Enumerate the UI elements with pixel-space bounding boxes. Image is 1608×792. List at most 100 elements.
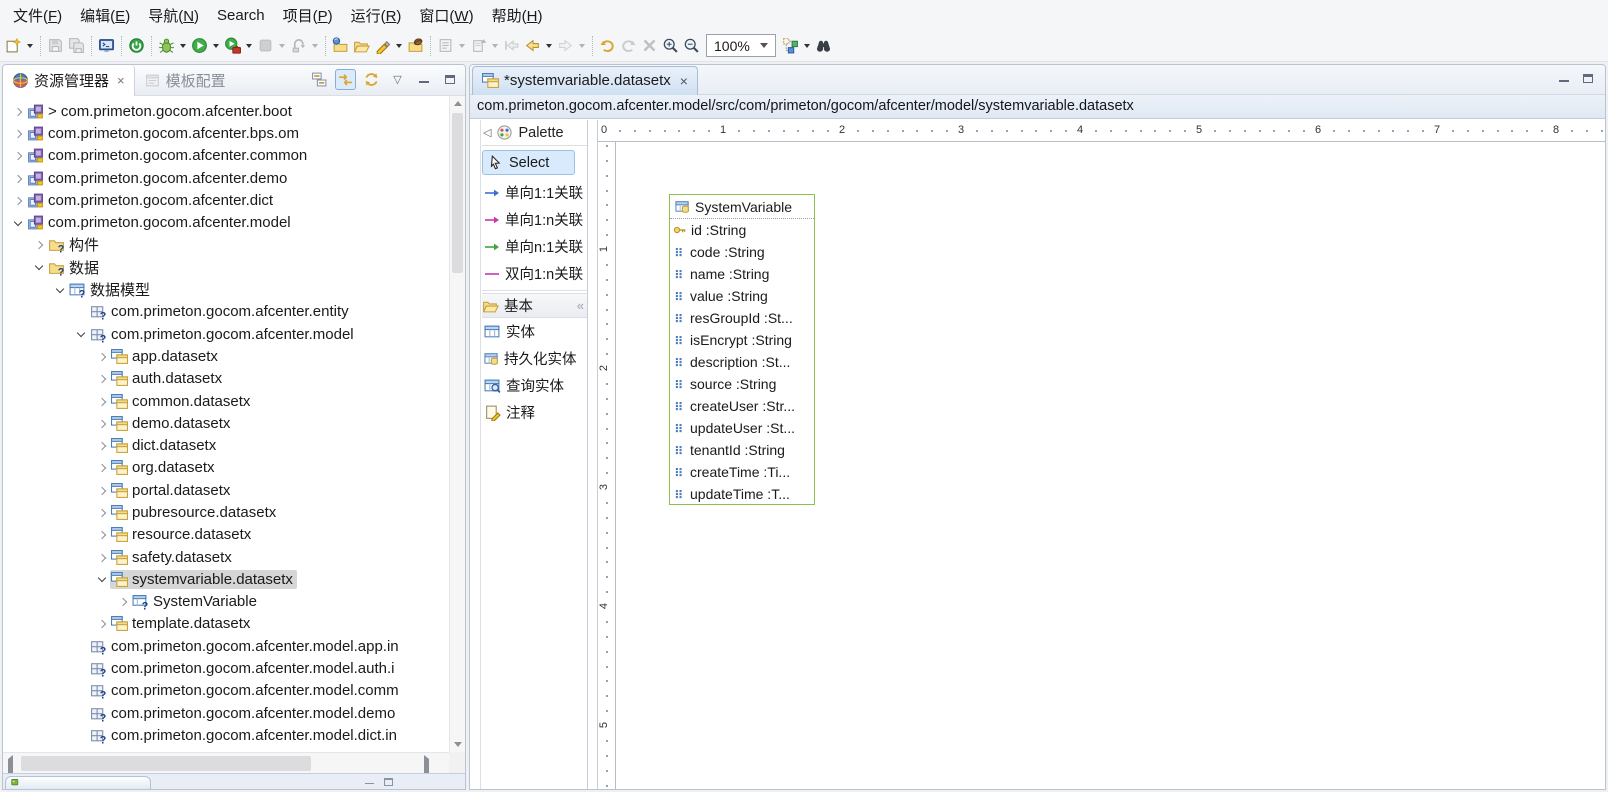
palette-tool-查询实体[interactable]: 查询实体 — [482, 372, 587, 399]
pin-group-icon[interactable]: « — [577, 298, 584, 313]
palette-tool-实体[interactable]: 实体 — [482, 318, 587, 345]
expand-icon[interactable] — [93, 420, 110, 427]
tree-item-com-primeton-gocom-afcenter-bps-om[interactable]: com.primeton.gocom.afcenter.bps.om — [3, 122, 449, 144]
tree-item-com-primeton-gocom-afcenter-demo[interactable]: com.primeton.gocom.afcenter.demo — [3, 167, 449, 189]
collapse-icon[interactable] — [93, 577, 110, 581]
tree-item-resource-datasetx[interactable]: resource.datasetx — [3, 524, 449, 546]
menu-窗口[interactable]: 窗口(W) — [410, 1, 482, 30]
view-maximize-button[interactable] — [439, 69, 460, 90]
expand-icon[interactable] — [9, 175, 26, 182]
sync-button[interactable] — [361, 69, 382, 90]
debug-dropdown-icon[interactable] — [180, 44, 186, 48]
search-button[interactable] — [813, 34, 834, 58]
entity-attribute-value[interactable]: value :String — [670, 285, 814, 307]
tab-template-config[interactable]: 模板配置 — [135, 65, 235, 96]
run-history-button[interactable] — [222, 34, 243, 58]
entity-attribute-updateuser[interactable]: updateUser :St... — [670, 417, 814, 439]
undo-button[interactable] — [597, 34, 618, 58]
entity-systemvariable[interactable]: SystemVariable id :Stringcode :Stringnam… — [669, 194, 815, 505]
menu-运行[interactable]: 运行(R) — [342, 1, 411, 30]
debug-button[interactable] — [156, 34, 177, 58]
auto-layout-dropdown-icon[interactable] — [804, 44, 810, 48]
scroll-down-icon[interactable] — [450, 737, 465, 752]
tree-item-com-primeton-gocom-afcenter-boot[interactable]: > com.primeton.gocom.afcenter.boot — [3, 100, 449, 122]
entity-attribute-tenantid[interactable]: tenantId :String — [670, 439, 814, 461]
tree-item-systemvariable-datasetx[interactable]: systemvariable.datasetx — [3, 568, 449, 590]
palette-tool-单向n-1关联[interactable]: 单向n:1关联 — [482, 233, 587, 260]
collapse-icon[interactable] — [30, 265, 47, 269]
collapse-all-button[interactable] — [309, 69, 330, 90]
palette-group-basic[interactable]: 基本 « — [482, 293, 587, 318]
close-icon[interactable]: × — [117, 73, 125, 88]
expand-icon[interactable] — [93, 464, 110, 471]
entity-attribute-source[interactable]: source :String — [670, 373, 814, 395]
collapse-palette-icon[interactable]: ◁ — [483, 126, 491, 139]
tree-item-com-primeton-gocom-afcenter-model[interactable]: ?com.primeton.gocom.afcenter.model — [3, 323, 449, 345]
auto-layout-button[interactable] — [780, 34, 801, 58]
zoom-level-combo[interactable]: 100% — [706, 34, 776, 57]
tree-item-com-primeton-gocom-afcenter-common[interactable]: com.primeton.gocom.afcenter.common — [3, 145, 449, 167]
maximize-icon[interactable] — [1583, 74, 1593, 83]
run-button[interactable] — [189, 34, 210, 58]
minimize-icon[interactable] — [365, 778, 374, 784]
expand-icon[interactable] — [93, 398, 110, 405]
expand-icon[interactable] — [9, 152, 26, 159]
entity-attribute-createuser[interactable]: createUser :Str... — [670, 395, 814, 417]
menu-编辑[interactable]: 编辑(E) — [71, 1, 139, 30]
open-console-button[interactable] — [96, 34, 117, 58]
expand-icon[interactable] — [9, 108, 26, 115]
expand-icon[interactable] — [9, 197, 26, 204]
tree-item-com-primeton-gocom-afcenter-model-comm[interactable]: ?com.primeton.gocom.afcenter.model.comm — [3, 680, 449, 702]
tree-item-数据[interactable]: ?数据 — [3, 256, 449, 278]
new-wizard-dropdown-icon[interactable] — [27, 44, 33, 48]
expand-icon[interactable] — [93, 509, 110, 516]
new-wizard-button[interactable] — [3, 34, 24, 58]
tree-item-com-primeton-gocom-afcenter-model-auth-i[interactable]: ?com.primeton.gocom.afcenter.model.auth.… — [3, 657, 449, 679]
menu-帮助[interactable]: 帮助(H) — [483, 1, 552, 30]
entity-attribute-createtime[interactable]: createTime :Ti... — [670, 461, 814, 483]
tree-item-构件[interactable]: ?构件 — [3, 234, 449, 256]
tree-item-dict-datasetx[interactable]: dict.datasetx — [3, 434, 449, 456]
tree-item-app-datasetx[interactable]: app.datasetx — [3, 345, 449, 367]
tree-item-com-primeton-gocom-afcenter-model-demo[interactable]: ?com.primeton.gocom.afcenter.model.demo — [3, 702, 449, 724]
palette-tool-单向1-n关联[interactable]: 单向1:n关联 — [482, 206, 587, 233]
tree-item-org-datasetx[interactable]: org.datasetx — [3, 457, 449, 479]
tree-item-common-datasetx[interactable]: common.datasetx — [3, 390, 449, 412]
run-dropdown-icon[interactable] — [213, 44, 219, 48]
tree-item-demo-datasetx[interactable]: demo.datasetx — [3, 412, 449, 434]
expand-icon[interactable] — [93, 487, 110, 494]
tree-item-com-primeton-gocom-afcenter-dict[interactable]: com.primeton.gocom.afcenter.dict — [3, 189, 449, 211]
tree-vertical-scrollbar[interactable] — [449, 96, 465, 752]
boot-dashboard-button[interactable] — [126, 34, 147, 58]
menu-项目[interactable]: 项目(P) — [274, 1, 342, 30]
tree-horizontal-scrollbar[interactable] — [3, 752, 449, 773]
zoom-out-button[interactable] — [681, 34, 702, 58]
toggle-mark-button[interactable] — [372, 34, 393, 58]
tree-item-com-primeton-gocom-afcenter-model-dict-in[interactable]: ?com.primeton.gocom.afcenter.model.dict.… — [3, 724, 449, 746]
tree-item-safety-datasetx[interactable]: safety.datasetx — [3, 546, 449, 568]
palette-tool-select[interactable]: Select — [482, 150, 575, 175]
entity-attribute-updatetime[interactable]: updateTime :T... — [670, 483, 814, 505]
collapse-icon[interactable] — [72, 332, 89, 336]
tree-item-pubresource-datasetx[interactable]: pubresource.datasetx — [3, 501, 449, 523]
open-resource-button[interactable] — [330, 34, 351, 58]
expand-icon[interactable] — [93, 620, 110, 627]
menu-文件[interactable]: 文件(F) — [4, 1, 71, 30]
collapse-icon[interactable] — [9, 221, 26, 225]
tree-item-com-primeton-gocom-afcenter-model[interactable]: com.primeton.gocom.afcenter.model — [3, 211, 449, 233]
tree-item-com-primeton-gocom-afcenter-entity[interactable]: ?com.primeton.gocom.afcenter.entity — [3, 301, 449, 323]
close-icon[interactable]: × — [680, 73, 688, 89]
entity-attribute-isencrypt[interactable]: isEncrypt :String — [670, 329, 814, 351]
editor-tab-systemvariable[interactable]: *systemvariable.datasetx × — [472, 66, 698, 95]
entity-attribute-id[interactable]: id :String — [670, 219, 814, 241]
zoom-in-button[interactable] — [660, 34, 681, 58]
maximize-icon[interactable] — [384, 778, 393, 786]
back-dropdown-icon[interactable] — [546, 44, 552, 48]
view-minimize-button[interactable] — [413, 69, 434, 90]
expand-icon[interactable] — [93, 353, 110, 360]
tree-item-auth-datasetx[interactable]: auth.datasetx — [3, 368, 449, 390]
palette-tool-双向1-n关联[interactable]: 双向1:n关联 — [482, 260, 587, 287]
expand-icon[interactable] — [9, 130, 26, 137]
palette-tool-单向1-1关联[interactable]: 单向1:1关联 — [482, 179, 587, 206]
toggle-mark-dropdown-icon[interactable] — [396, 44, 402, 48]
